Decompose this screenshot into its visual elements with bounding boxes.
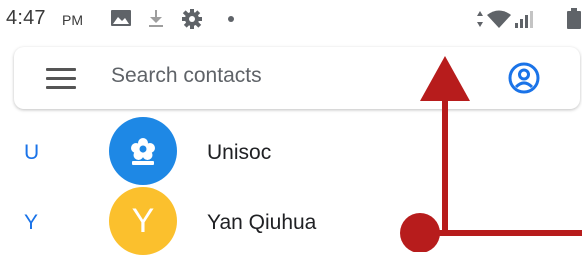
battery-icon	[566, 8, 582, 30]
contact-name: Yan Qiuhua	[207, 211, 317, 234]
status-time: 4:47	[6, 7, 46, 29]
signal-icon	[514, 9, 538, 29]
avatar-letter: Y	[131, 202, 155, 240]
wifi-icon	[486, 9, 512, 29]
download-icon	[146, 8, 166, 28]
vibrate-icon	[476, 10, 484, 28]
account-circle-icon[interactable]	[508, 62, 540, 94]
contact-name: Unisoc	[207, 141, 272, 164]
avatar: Y	[109, 187, 177, 255]
status-bar: 4:47 PM	[0, 0, 582, 38]
gear-icon	[181, 8, 203, 30]
dot-icon	[228, 16, 234, 22]
search-input[interactable]: Search contacts	[111, 64, 262, 88]
status-ampm: PM	[62, 12, 83, 28]
avatar	[109, 117, 177, 185]
contact-row-yan-qiuhua[interactable]: Y Y Yan Qiuhua	[0, 187, 582, 257]
image-icon	[110, 9, 132, 27]
flower-icon	[131, 138, 155, 165]
contact-row-unisoc[interactable]: U Unisoc	[0, 117, 582, 187]
section-letter: Y	[24, 211, 39, 234]
menu-icon[interactable]	[46, 68, 76, 90]
section-letter: U	[24, 141, 40, 164]
search-bar[interactable]: Search contacts	[14, 47, 580, 109]
